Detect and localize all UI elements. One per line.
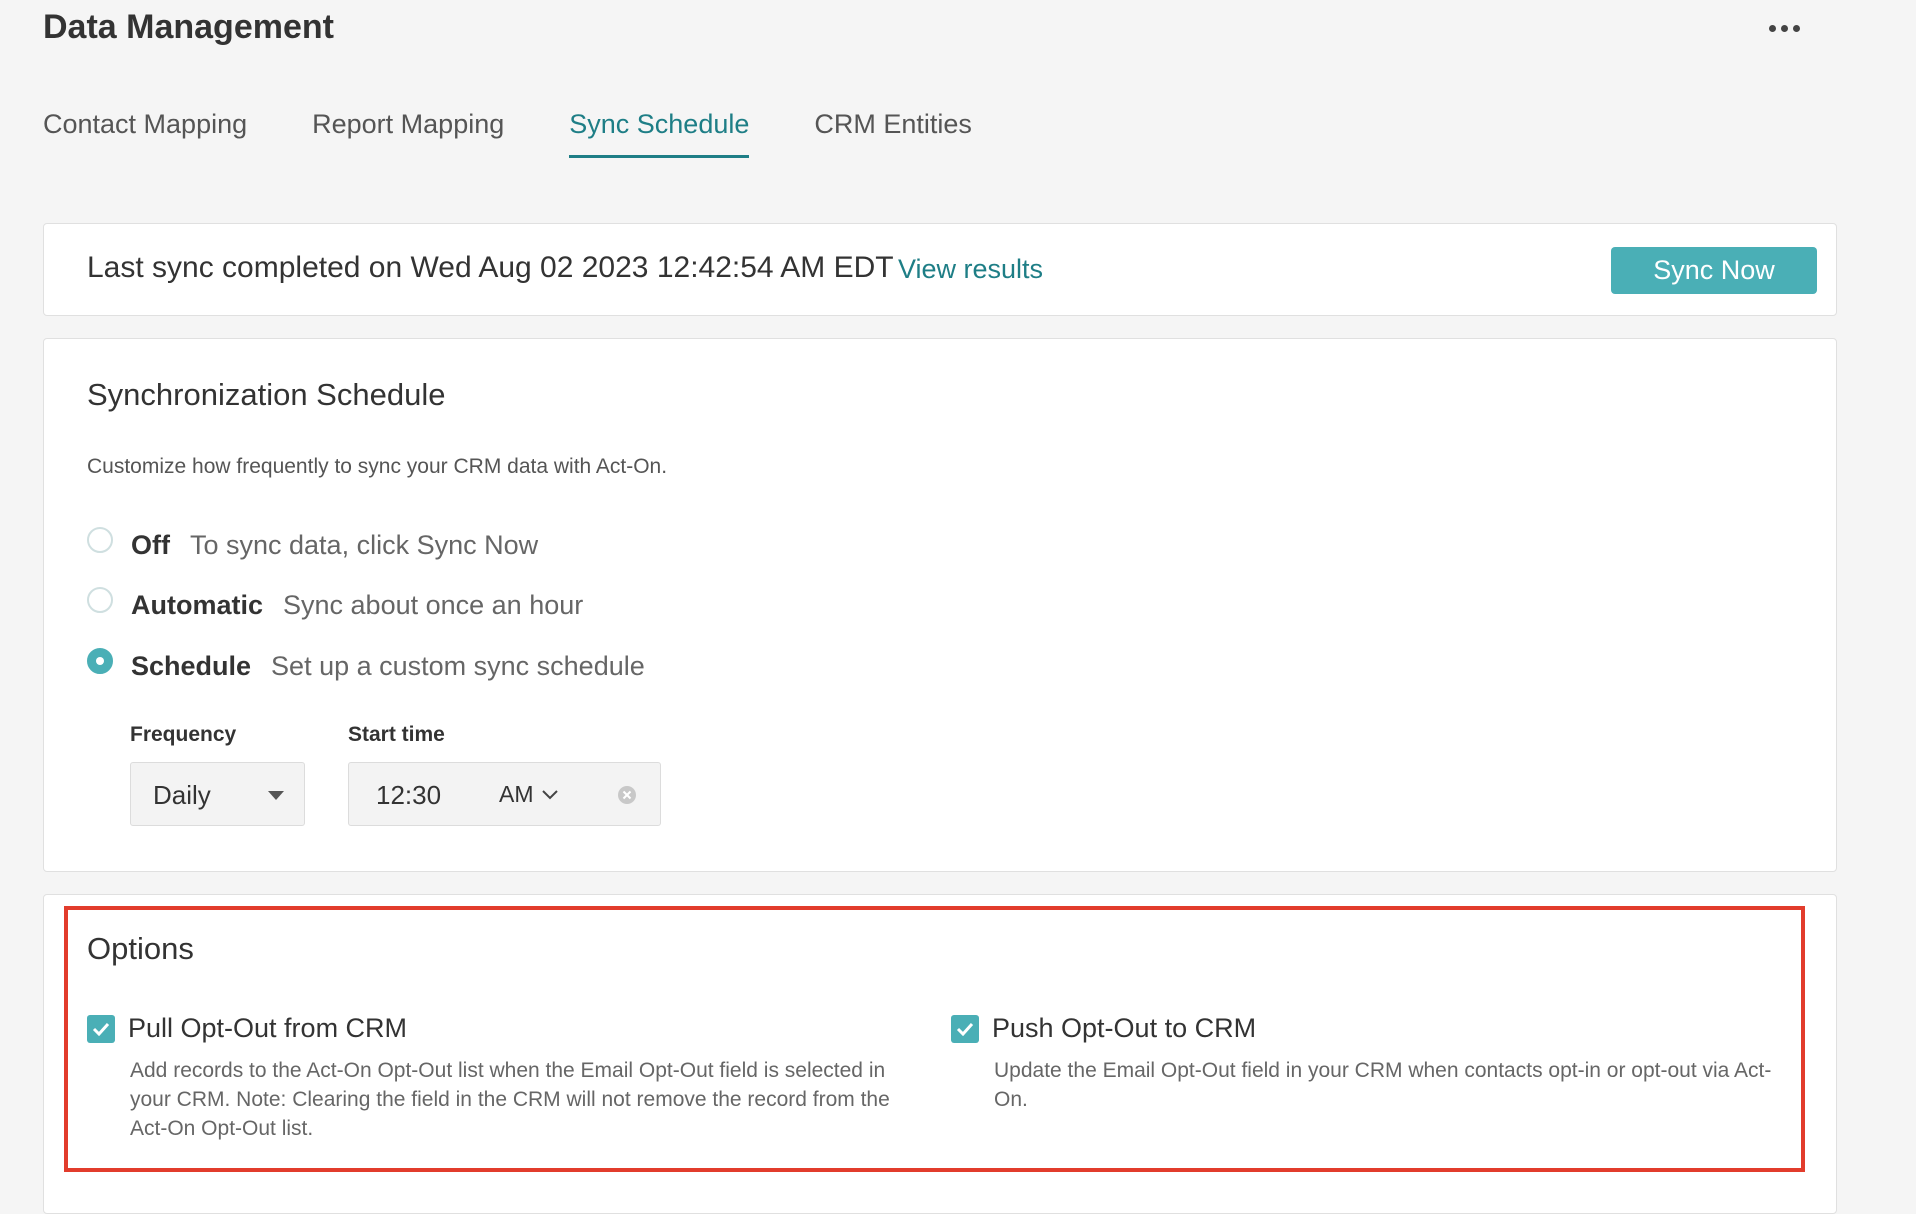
start-time-label: Start time	[348, 723, 445, 746]
radio-description: To sync data, click Sync Now	[189, 529, 539, 560]
options-card: Options Pull Opt-Out from CRM Add record…	[43, 894, 1837, 1214]
radio-off[interactable]	[87, 527, 113, 553]
caret-down-icon	[268, 791, 284, 800]
radio-label: Automatic	[131, 589, 264, 620]
am-pm-selector[interactable]: AM	[499, 781, 558, 808]
radio-description: Sync about once an hour	[283, 589, 584, 620]
radio-option-off[interactable]: Off To sync data, click Sync Now	[87, 527, 538, 563]
page-title: Data Management	[43, 8, 334, 46]
start-time-input[interactable]: 12:30 AM	[348, 762, 661, 826]
radio-label: Off	[131, 529, 170, 560]
push-opt-out-description: Update the Email Opt-Out field in your C…	[994, 1059, 1772, 1111]
pull-opt-out-label: Pull Opt-Out from CRM	[128, 1013, 408, 1043]
radio-label: Schedule	[131, 650, 252, 681]
pull-opt-out-checkbox[interactable]	[87, 1014, 115, 1043]
more-horizontal-icon[interactable]	[1766, 12, 1802, 44]
start-time-value[interactable]: 12:30	[376, 780, 441, 811]
am-pm-value: AM	[499, 781, 534, 807]
sync-now-button[interactable]: Sync Now	[1611, 247, 1817, 294]
frequency-value: Daily	[153, 780, 211, 810]
push-opt-out-option: Push Opt-Out to CRM Update the Email Opt…	[951, 1013, 1794, 1114]
tab-report-mapping[interactable]: Report Mapping	[312, 104, 504, 158]
tab-crm-entities[interactable]: CRM Entities	[814, 104, 972, 158]
radio-description: Set up a custom sync schedule	[271, 650, 645, 681]
radio-option-automatic[interactable]: Automatic Sync about once an hour	[87, 587, 583, 623]
push-opt-out-label: Push Opt-Out to CRM	[992, 1013, 1257, 1043]
pull-opt-out-description: Add records to the Act-On Opt-Out list w…	[130, 1059, 890, 1140]
tab-contact-mapping[interactable]: Contact Mapping	[43, 104, 247, 158]
view-results-link[interactable]: View results	[898, 254, 1043, 285]
clear-icon[interactable]	[617, 785, 637, 805]
schedule-description: Customize how frequently to sync your CR…	[87, 455, 668, 478]
frequency-select[interactable]: Daily	[130, 762, 305, 826]
chevron-down-icon	[541, 789, 558, 799]
pull-opt-out-option: Pull Opt-Out from CRM Add records to the…	[87, 1013, 930, 1143]
schedule-title: Synchronization Schedule	[87, 377, 446, 412]
pull-opt-out-checkbox-row[interactable]: Pull Opt-Out from CRM	[87, 1013, 930, 1044]
sync-status-card: Last sync completed on Wed Aug 02 2023 1…	[43, 223, 1837, 316]
checkmark-icon	[92, 1022, 110, 1036]
last-sync-text: Last sync completed on Wed Aug 02 2023 1…	[87, 251, 894, 284]
frequency-label: Frequency	[130, 723, 237, 746]
radio-automatic[interactable]	[87, 587, 113, 613]
checkmark-icon	[956, 1022, 974, 1036]
tab-bar: Contact Mapping Report Mapping Sync Sche…	[43, 104, 1037, 160]
tab-sync-schedule[interactable]: Sync Schedule	[569, 104, 750, 158]
options-title: Options	[87, 931, 194, 966]
radio-schedule[interactable]	[87, 648, 113, 674]
radio-option-schedule[interactable]: Schedule Set up a custom sync schedule	[87, 648, 645, 684]
push-opt-out-checkbox[interactable]	[951, 1014, 979, 1043]
synchronization-schedule-card: Synchronization Schedule Customize how f…	[43, 338, 1837, 872]
push-opt-out-checkbox-row[interactable]: Push Opt-Out to CRM	[951, 1013, 1794, 1044]
